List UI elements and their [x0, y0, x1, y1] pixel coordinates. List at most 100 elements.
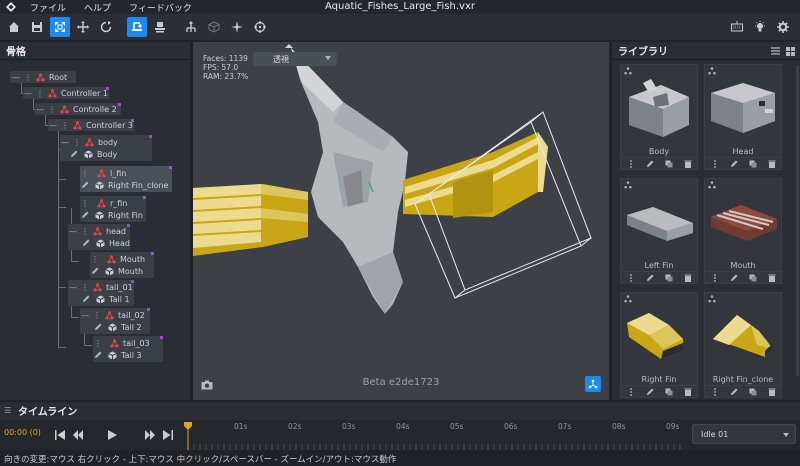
move-tool-button[interactable] [73, 17, 93, 37]
menu-help[interactable]: ヘルプ [84, 1, 111, 14]
keyboard-button[interactable] [727, 17, 747, 37]
settings-button[interactable] [773, 17, 793, 37]
save-button[interactable] [27, 17, 47, 37]
model-render[interactable] [193, 42, 609, 400]
drag-handle-icon[interactable]: ⋮ [24, 73, 32, 82]
more-options-button[interactable] [710, 159, 720, 169]
library-item-mouth[interactable]: Mouth [704, 178, 782, 284]
edit-button[interactable] [729, 387, 739, 397]
menu-file[interactable]: ファイル [30, 1, 66, 14]
collapse-icon[interactable]: — [36, 105, 44, 114]
rotate-icon [100, 21, 112, 33]
drag-handle-icon[interactable]: ⋮ [81, 169, 89, 178]
previous-frame-button[interactable] [70, 424, 86, 446]
home-button[interactable] [4, 17, 24, 37]
pencil-icon[interactable] [70, 150, 78, 158]
edit-button[interactable] [729, 273, 739, 283]
drag-handle-icon[interactable]: ⋮ [81, 227, 89, 236]
trash-icon [768, 274, 775, 282]
animation-select[interactable]: Idle 01 [692, 424, 796, 444]
paint-tool-button[interactable] [150, 17, 170, 37]
grid-view-button[interactable] [784, 45, 796, 57]
duplicate-button[interactable] [664, 387, 674, 397]
play-button[interactable] [104, 424, 120, 446]
drag-handle-icon[interactable]: ⋮ [91, 255, 99, 264]
pivot-tool-button[interactable] [127, 17, 147, 37]
library-item-head[interactable]: Head [704, 64, 782, 170]
bone-row: ⋮ tail_03 [94, 337, 150, 349]
axis-toggle-button[interactable] [585, 376, 601, 392]
drag-handle-icon[interactable]: ⋮ [81, 283, 89, 292]
drag-handle-icon[interactable]: ⋮ [81, 199, 89, 208]
delete-button[interactable] [683, 387, 693, 397]
drag-handle-icon[interactable]: ⋮ [61, 121, 69, 130]
more-options-button[interactable] [626, 387, 636, 397]
library-item-body[interactable]: Body [620, 64, 698, 170]
scale-tool-button[interactable] [50, 17, 70, 37]
library-item-right-fin[interactable]: Right Fin [620, 292, 698, 398]
tick-label: 09s [666, 422, 680, 431]
pencil-icon[interactable] [81, 181, 89, 189]
pencil-icon[interactable] [81, 211, 89, 219]
library-item-right-fin-clone[interactable]: Right Fin_clone [704, 292, 782, 398]
cube-button[interactable] [204, 17, 224, 37]
drag-handle-icon[interactable]: ⋮ [94, 339, 102, 348]
duplicate-button[interactable] [748, 273, 758, 283]
drag-handle-icon[interactable]: ⋮ [36, 89, 44, 98]
go-to-end-button[interactable] [160, 424, 176, 446]
pencil-icon[interactable] [91, 267, 99, 275]
next-frame-button[interactable] [142, 424, 158, 446]
pencil-icon[interactable] [94, 351, 102, 359]
pencil-icon[interactable] [94, 323, 102, 331]
library-scrollbar[interactable] [796, 66, 799, 376]
target-button[interactable] [250, 17, 270, 37]
drag-handle-icon[interactable]: ⋮ [73, 138, 81, 147]
duplicate-button[interactable] [748, 159, 758, 169]
drag-handle-icon[interactable]: ⋮ [93, 311, 101, 320]
more-options-button[interactable] [710, 273, 720, 283]
collapse-icon[interactable]: — [49, 121, 57, 130]
menu-icon[interactable]: ☰ [4, 406, 14, 415]
more-options-button[interactable] [626, 273, 636, 283]
menu-feedback[interactable]: フィードバック [129, 1, 192, 14]
collapse-icon[interactable]: — [12, 73, 20, 82]
projection-select[interactable]: 透視 [253, 52, 337, 66]
duplicate-button[interactable] [664, 159, 674, 169]
delete-button[interactable] [767, 387, 777, 397]
menu-bar: ファイル ヘルプ フィードバック [30, 1, 210, 14]
skip-start-icon [55, 430, 65, 440]
pencil-icon[interactable] [82, 239, 90, 247]
skeleton-button[interactable] [181, 17, 201, 37]
edit-button[interactable] [645, 159, 655, 169]
library-item-left-fin[interactable]: Left Fin [620, 178, 698, 284]
collapse-icon[interactable]: — [69, 283, 77, 292]
drag-handle-icon[interactable]: ⋮ [48, 105, 56, 114]
more-options-button[interactable] [710, 387, 720, 397]
collapse-icon[interactable]: — [61, 138, 69, 147]
delete-button[interactable] [767, 273, 777, 283]
playhead-marker[interactable] [184, 422, 192, 450]
app-logo-icon [4, 0, 18, 14]
sparkle-button[interactable] [227, 17, 247, 37]
duplicate-button[interactable] [748, 387, 758, 397]
3d-viewport[interactable]: Faces: 1139 FPS: 57.0 RAM: 23.7% 透視 Beta… [193, 42, 609, 400]
collapse-icon[interactable]: — [69, 227, 77, 236]
timeline-ruler[interactable]: 01s 02s 03s 04s 05s 06s 07s 08s 09s [182, 420, 686, 450]
edit-button[interactable] [729, 159, 739, 169]
collapse-icon[interactable]: — [24, 89, 32, 98]
light-button[interactable] [750, 17, 770, 37]
go-to-start-button[interactable] [52, 424, 68, 446]
more-options-button[interactable] [626, 159, 636, 169]
edit-button[interactable] [645, 387, 655, 397]
delete-button[interactable] [683, 273, 693, 283]
duplicate-button[interactable] [664, 273, 674, 283]
delete-button[interactable] [683, 159, 693, 169]
collapse-icon[interactable]: — [81, 311, 89, 320]
pencil-icon [730, 388, 737, 395]
edit-button[interactable] [645, 273, 655, 283]
rotate-tool-button[interactable] [96, 17, 116, 37]
timeline-body: 00:00 (0) 01s 02s 03s 04s 05s 06s 07s 08… [0, 420, 800, 450]
list-view-button[interactable] [769, 45, 781, 57]
pencil-icon[interactable] [82, 295, 90, 303]
delete-button[interactable] [767, 159, 777, 169]
